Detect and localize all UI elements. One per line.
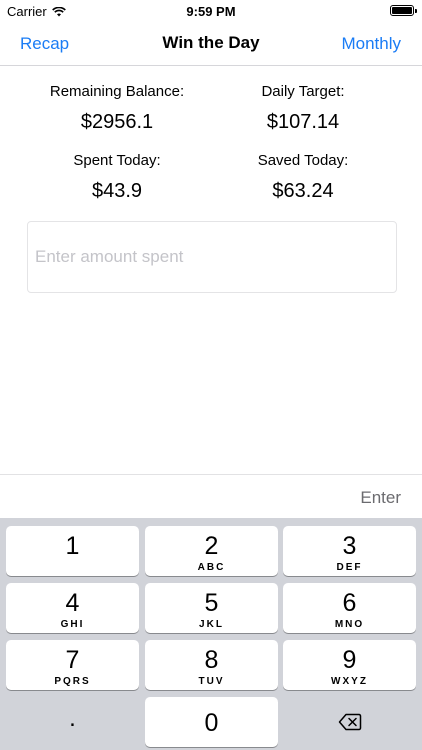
numeric-keypad: 1 2 ABC 3 DEF 4 GHI 5 JKL 6 MNO 7 PQRS 8… (0, 518, 422, 750)
key-digit: 6 (342, 589, 357, 617)
saved-today-label: Saved Today: (257, 152, 349, 169)
key-digit: 8 (204, 646, 219, 674)
key-digit: 0 (204, 709, 219, 737)
amount-spent-input[interactable] (27, 221, 397, 293)
key-digit: 3 (342, 532, 357, 560)
backspace-button[interactable] (283, 697, 416, 747)
daily-target-label: Daily Target: (261, 83, 345, 100)
navigation-bar: Recap Win the Day Monthly (0, 22, 422, 66)
key-letters: TUV (198, 676, 225, 687)
keyboard-accessory-bar: Enter (0, 474, 422, 518)
spent-today-label: Spent Today: (73, 152, 161, 169)
saved-today-stat: Saved Today: $63.24 (213, 152, 393, 203)
key-digit: 2 (204, 532, 219, 560)
key-7[interactable]: 7 PQRS (6, 640, 139, 690)
spent-today-stat: Spent Today: $43.9 (27, 152, 207, 203)
enter-button[interactable]: Enter (360, 488, 401, 508)
key-digit: 1 (65, 532, 80, 560)
key-5[interactable]: 5 JKL (145, 583, 278, 633)
key-9[interactable]: 9 WXYZ (283, 640, 416, 690)
key-digit: 5 (204, 589, 219, 617)
key-letters: ABC (197, 562, 226, 573)
status-time: 9:59 PM (186, 4, 236, 19)
key-8[interactable]: 8 TUV (145, 640, 278, 690)
remaining-balance-stat: Remaining Balance: $2956.1 (27, 83, 207, 134)
daily-target-stat: Daily Target: $107.14 (213, 83, 393, 134)
key-letters: GHI (60, 619, 85, 630)
daily-target-value: $107.14 (266, 111, 340, 133)
key-decimal-label: . (69, 705, 76, 732)
status-bar: Carrier 9:59 PM (0, 0, 422, 22)
key-0[interactable]: 0 (145, 697, 278, 747)
key-6[interactable]: 6 MNO (283, 583, 416, 633)
remaining-balance-value: $2956.1 (80, 111, 154, 133)
key-decimal[interactable]: . (6, 697, 139, 747)
saved-today-value: $63.24 (272, 180, 334, 202)
key-letters: WXYZ (331, 676, 368, 687)
key-letters: MNO (334, 619, 365, 630)
key-digit: 4 (65, 589, 80, 617)
key-letters: PQRS (54, 676, 91, 687)
key-letters: DEF (336, 562, 363, 573)
key-digit: 9 (342, 646, 357, 674)
key-4[interactable]: 4 GHI (6, 583, 139, 633)
key-2[interactable]: 2 ABC (145, 526, 278, 576)
battery-icon (390, 5, 417, 16)
remaining-balance-label: Remaining Balance: (49, 83, 185, 100)
key-digit: 7 (65, 646, 80, 674)
monthly-button[interactable]: Monthly (341, 34, 401, 54)
key-1[interactable]: 1 (6, 526, 139, 576)
spent-today-value: $43.9 (91, 180, 143, 202)
backspace-icon (338, 713, 362, 731)
key-3[interactable]: 3 DEF (283, 526, 416, 576)
key-letters: JKL (199, 619, 224, 630)
